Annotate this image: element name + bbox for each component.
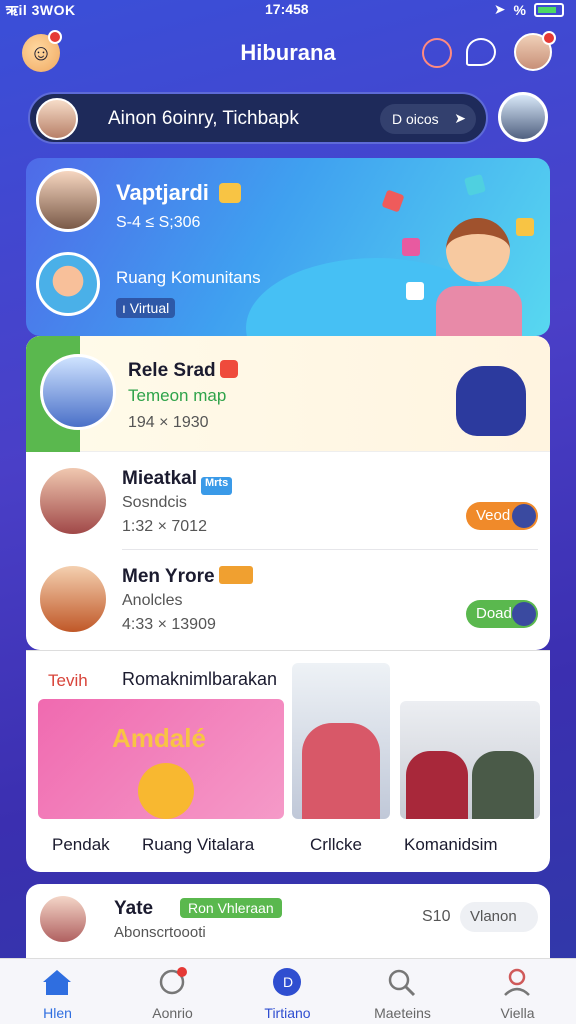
search-icon xyxy=(388,969,416,997)
row-name: Mieatkal Mrts xyxy=(122,468,233,495)
hero-avatar xyxy=(36,252,100,316)
battery-percent: % xyxy=(513,1,526,18)
featured-name: Rele Srad xyxy=(128,360,238,382)
badge-icon xyxy=(219,360,238,378)
nav-home[interactable]: Hlen xyxy=(0,959,115,1024)
nav-search[interactable]: Maeteins xyxy=(345,959,460,1024)
status-icons: ➤ % xyxy=(494,1,564,18)
nav-profile[interactable]: Viella xyxy=(460,959,575,1024)
friend-avatar[interactable] xyxy=(498,92,548,142)
notification-dot xyxy=(542,31,556,45)
section-tag: Tevih xyxy=(48,671,88,690)
row-avatar xyxy=(38,466,108,536)
row-count: 4:33 × 13909 xyxy=(122,616,216,633)
home-icon xyxy=(43,970,71,995)
featured-avatar xyxy=(40,354,116,430)
edit-icon xyxy=(512,504,536,528)
post-price: S10 xyxy=(422,908,451,925)
search-bar[interactable]: Ainon 6oinry, Tichbapk D oicos ➤ xyxy=(28,92,488,144)
post-avatar xyxy=(40,896,86,942)
search-avatar xyxy=(36,98,78,140)
row-action-button[interactable]: Veod xyxy=(466,502,538,530)
row-avatar xyxy=(38,564,108,634)
hero-item[interactable]: Vaptjardi S-4 ≤ S;306 xyxy=(36,168,336,238)
search-text: Ainon 6oinry, Tichbapk xyxy=(108,108,299,129)
photo-figure xyxy=(406,751,468,819)
hero-banner[interactable]: Vaptjardi S-4 ≤ S;306 Ruang Komunitans ı… xyxy=(26,158,550,336)
post-name: Yate xyxy=(114,898,154,919)
featured-row[interactable]: Rele Srad Temeon map 194 × 1930 xyxy=(26,336,550,452)
photo-figure xyxy=(472,751,534,819)
nav-label: Tirtiano xyxy=(264,1005,311,1021)
hero-name: Vaptjardi xyxy=(116,180,241,206)
sticker-icon xyxy=(406,282,424,300)
search-action-button[interactable]: D oicos ➤ xyxy=(380,104,476,134)
list-item[interactable]: Mieatkal Mrts Sosndcis 1:32 × 7012 Veod xyxy=(26,452,550,550)
tile-pendak[interactable]: Amdalé xyxy=(38,699,284,819)
hero-meta: S-4 ≤ S;306 xyxy=(116,214,201,231)
featured-sub: Temeon map xyxy=(128,386,227,405)
send-icon: ➤ xyxy=(454,110,466,126)
tile-label[interactable]: Ruang Vitalara xyxy=(142,835,254,855)
nav-label: Viella xyxy=(500,1005,535,1021)
post-action-button[interactable]: Vlanon xyxy=(460,902,538,932)
bottom-nav: Hlen Aonrio D Tirtiano Maeteins Viella xyxy=(0,958,576,1024)
nav-label: Maeteins xyxy=(374,1005,431,1021)
tile-label[interactable]: Komanidsim xyxy=(404,835,498,855)
row-chip xyxy=(218,566,253,584)
sticker-icon xyxy=(402,238,420,256)
photo-figure xyxy=(302,723,380,819)
nav-label: Aonrio xyxy=(152,1005,193,1021)
list-item[interactable]: Men Yrore Anolcles 4:33 × 13909 Doad xyxy=(26,550,550,648)
tile-komanidsim[interactable] xyxy=(400,701,540,819)
section-title: Romaknimlbarakan xyxy=(122,669,278,689)
status-bar: ऋil 3WOK 17:458 ➤ % xyxy=(0,0,576,22)
row-action-label: Doad xyxy=(476,605,512,622)
chat-icon[interactable] xyxy=(466,38,496,66)
user-avatar[interactable] xyxy=(514,31,556,71)
row-chip: Mrts xyxy=(200,477,233,495)
tile-banner-text: Amdalé xyxy=(112,723,206,753)
row-action-button[interactable]: Doad xyxy=(466,600,538,628)
community-section: Tevih Romaknimlbarakan Amdalé Pendak Rua… xyxy=(26,650,550,872)
profile-icon xyxy=(504,968,530,996)
sticker-icon xyxy=(381,189,405,213)
tile-label[interactable]: Pendak xyxy=(52,835,110,855)
svg-text:D: D xyxy=(283,974,293,990)
post-chip: Ron Vhleraan xyxy=(180,898,282,918)
chat-icon xyxy=(159,967,187,995)
kid-illustration xyxy=(426,208,536,336)
sticker-icon xyxy=(463,173,487,197)
mascot-illustration xyxy=(456,366,526,436)
crown-icon xyxy=(218,183,241,203)
row-count: 1:32 × 7012 xyxy=(122,518,207,535)
feed-card: Rele Srad Temeon map 194 × 1930 Mieatkal… xyxy=(26,336,550,650)
carrier-label: ऋil 3WOK xyxy=(6,2,76,18)
row-sub: Sosndcis xyxy=(122,494,187,511)
hero-name: Ruang Komunitans xyxy=(116,268,261,287)
row-action-label: Veod xyxy=(476,507,511,524)
location-icon: ➤ xyxy=(493,1,506,17)
row-name: Men Yrore xyxy=(122,566,253,588)
center-icon: D xyxy=(273,968,301,996)
row-sub: Anolcles xyxy=(122,592,183,609)
featured-count: 194 × 1930 xyxy=(128,414,209,431)
nav-label: Hlen xyxy=(43,1005,72,1021)
nav-center[interactable]: D Tirtiano xyxy=(230,959,345,1024)
hero-avatar xyxy=(36,168,100,232)
clock: 17:458 xyxy=(265,1,309,17)
hero-item[interactable]: Ruang Komunitans ı Virtual xyxy=(36,252,336,322)
tile-ruang-vitalara[interactable] xyxy=(292,663,390,819)
nav-chat[interactable]: Aonrio xyxy=(115,959,230,1024)
hero-tag: ı Virtual xyxy=(116,298,176,318)
post-sub: Abonscrtoooti xyxy=(114,924,206,941)
battery-icon xyxy=(534,2,564,17)
tile-label[interactable]: Crllcke xyxy=(310,835,362,855)
app-header: ☺ Hiburana xyxy=(0,28,576,80)
search-action-label: D oicos xyxy=(392,111,439,127)
play-icon xyxy=(512,602,536,626)
mascot-illustration xyxy=(138,763,194,819)
clock-icon[interactable] xyxy=(422,38,452,68)
